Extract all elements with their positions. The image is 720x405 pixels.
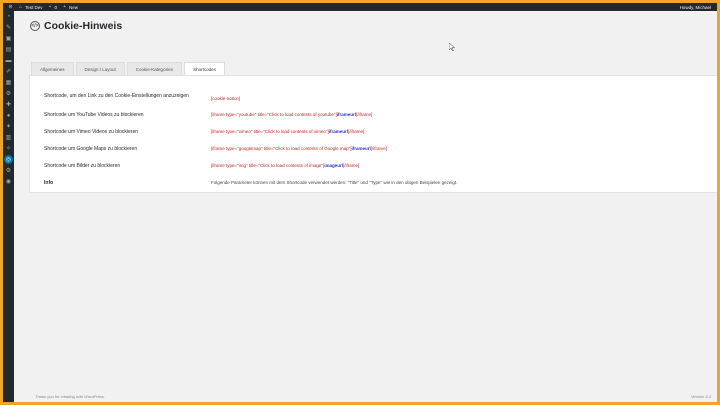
- page-title: </> Cookie-Hinweis: [30, 20, 122, 32]
- page-title-text: Cookie-Hinweis: [44, 20, 123, 32]
- tab-design-layout[interactable]: Design / Layout: [75, 62, 125, 75]
- footer-thanks: Thank you for creating with WordPress.: [35, 394, 106, 399]
- code-url: iframeurl: [336, 112, 356, 117]
- code-text: [cookie-notice]: [211, 96, 241, 101]
- appearance-icon[interactable]: ✐: [3, 66, 14, 77]
- generic-icon[interactable]: ✧: [3, 143, 14, 154]
- tab-cookie-kategorien[interactable]: Cookie-Kategorien: [126, 62, 183, 75]
- table-row: Shortcode um Google Maps zu blockieren […: [44, 146, 717, 152]
- row-code[interactable]: [iframe type="youtube" title="Click to l…: [211, 112, 372, 118]
- wrench-icon[interactable]: ✦: [3, 121, 14, 132]
- code-url: iframeurl: [328, 129, 348, 134]
- account-menu[interactable]: Howdy, Michael: [680, 5, 711, 10]
- table-row: Shortcode um Vimeo Videos zu blockieren …: [44, 129, 717, 135]
- settings-tabs: Allgemeines Design / Layout Cookie-Kateg…: [31, 62, 225, 76]
- gear-icon[interactable]: ⚙: [3, 88, 14, 99]
- wordpress-icon: ⊛: [8, 3, 13, 10]
- tab-shortcodes[interactable]: Shortcodes: [184, 62, 225, 76]
- row-code[interactable]: [iframe type="googlemap" title="Click to…: [211, 146, 387, 152]
- home-icon: ⌂: [18, 3, 23, 10]
- mouse-cursor-icon: [449, 43, 455, 51]
- row-label: Shortcode um Bilder zu blockieren: [44, 163, 121, 169]
- site-name-menu[interactable]: ⌂ Test Dev: [18, 3, 43, 10]
- settings-icon[interactable]: ▥: [3, 132, 14, 143]
- row-label: Info: [44, 180, 54, 186]
- row-label: Shortcode um Vimeo Videos zu blockieren: [44, 129, 139, 135]
- comment-bubble-icon: ▪: [49, 3, 51, 10]
- row-label: Shortcode, um den Link zu den Cookie-Ein…: [44, 93, 189, 99]
- collapse-icon[interactable]: ◉: [3, 176, 14, 187]
- dashboard-icon[interactable]: ◔: [3, 11, 14, 22]
- code-text: [iframe type="googlemap" title="Click to…: [211, 146, 352, 151]
- shortcodes-panel: Shortcode, um den Link zu den Cookie-Ein…: [29, 75, 717, 193]
- row-info-text: Folgende Parameter können mit dem Shortc…: [211, 180, 458, 185]
- admin-sidebar: ◔ ✎ ▣ ▤ ▬ ✐ ▦ ⚙ ✚ ● ✦ ▥ ✧ ◎ ⚙ ◉: [3, 11, 14, 402]
- cookie-icon[interactable]: ◎: [4, 155, 13, 164]
- row-code[interactable]: [iframe type="img" title="Click to load …: [211, 163, 359, 169]
- code-close: [/iframe]: [347, 129, 365, 134]
- settings-gear-icon[interactable]: ⚙: [3, 165, 14, 176]
- screen: ⊛ ⌂ Test Dev ▪ 0 + New Howdy, Michael ◔ ✎ ▣…: [3, 3, 717, 402]
- cookie-hint-icon: </>: [30, 21, 40, 31]
- tools-icon[interactable]: ✚: [3, 99, 14, 110]
- posts-pin-icon[interactable]: ✎: [3, 22, 14, 33]
- table-row: Shortcode, um den Link zu den Cookie-Ein…: [44, 93, 717, 102]
- code-text: [iframe type="img" title="Click to load …: [211, 163, 325, 168]
- table-row: Shortcode um YouTube Videos zu blockiere…: [44, 112, 717, 118]
- plus-icon: +: [63, 3, 66, 10]
- code-text: [iframe type="youtube" title="Click to l…: [211, 112, 337, 117]
- table-row: Info Folgende Parameter können mit dem S…: [44, 180, 717, 186]
- users-icon[interactable]: ●: [3, 110, 14, 121]
- code-close: [/iframe]: [355, 112, 373, 117]
- new-content-menu[interactable]: + New: [62, 3, 79, 10]
- row-code[interactable]: [iframe type="vimeo" title="Click to loa…: [211, 129, 364, 135]
- admin-bar: ⊛ ⌂ Test Dev ▪ 0 + New Howdy, Michael: [3, 3, 717, 11]
- code-close: [/iframe]: [342, 163, 360, 168]
- code-close: [/iframe]: [370, 146, 387, 151]
- row-label: Shortcode um YouTube Videos zu blockiere…: [44, 112, 144, 118]
- row-label: Shortcode um Google Maps zu blockieren: [44, 146, 138, 152]
- code-url: imageurl: [324, 163, 343, 168]
- row-code[interactable]: [cookie-notice]: [211, 96, 240, 102]
- wp-logo-menu[interactable]: ⊛: [8, 3, 13, 10]
- tab-allgemeines[interactable]: Allgemeines: [31, 62, 74, 75]
- media-icon[interactable]: ▣: [3, 33, 14, 44]
- greeting: Howdy, Michael: [679, 4, 711, 10]
- comments-count: 0: [54, 4, 58, 10]
- plugins-icon[interactable]: ▦: [3, 77, 14, 88]
- table-row: Shortcode um Bilder zu blockieren [ifram…: [44, 163, 717, 169]
- pages-icon[interactable]: ▤: [3, 44, 14, 55]
- main-content: </> Cookie-Hinweis Allgemeines Design / …: [14, 11, 717, 402]
- comments-menu[interactable]: ▪ 0: [48, 3, 58, 10]
- new-label: New: [69, 4, 79, 10]
- code-url: iframeurl: [351, 146, 371, 151]
- footer-version: Version 5.3: [690, 394, 711, 399]
- site-name: Test Dev: [25, 4, 43, 10]
- comments-icon[interactable]: ▬: [3, 55, 14, 66]
- code-text: [iframe type="vimeo" title="Click to loa…: [211, 129, 329, 134]
